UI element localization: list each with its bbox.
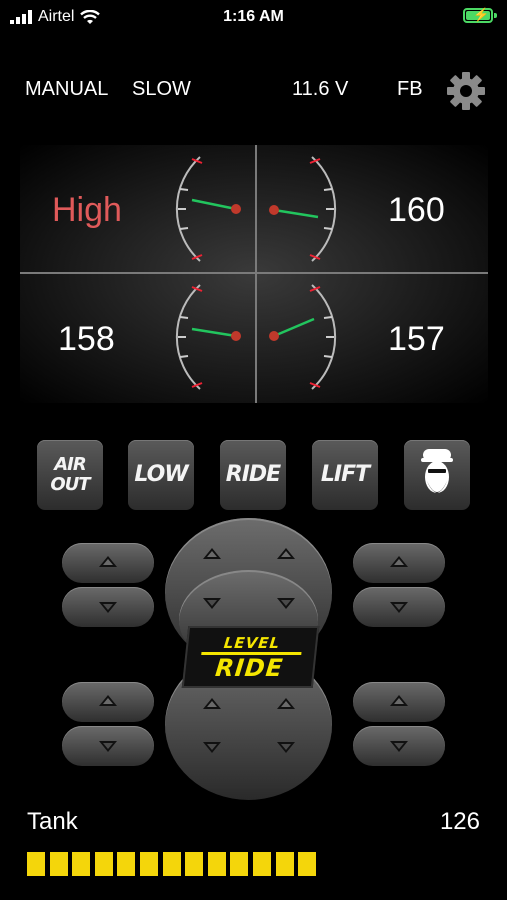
arrow-up-icon <box>277 548 295 559</box>
logo-line1: LEVEL <box>222 633 282 652</box>
lift-label: LIFT <box>320 462 370 487</box>
arrow-down-icon <box>203 742 221 753</box>
tank-level-segment <box>185 852 204 876</box>
gear-icon[interactable] <box>445 70 487 112</box>
low-button[interactable]: LOW <box>128 440 194 510</box>
front-right-reading: 160 <box>388 191 445 229</box>
arrow-up-icon <box>203 548 221 559</box>
front-left-up-button[interactable] <box>62 543 154 583</box>
arrow-up-icon <box>99 556 117 567</box>
speed-label: SLOW <box>132 78 191 100</box>
voltage-label: 11.6 V <box>292 78 349 100</box>
arrow-down-icon <box>390 602 408 613</box>
tank-label: Tank <box>27 808 78 835</box>
rear-right-up-button[interactable] <box>353 682 445 722</box>
rear-right-down-button[interactable] <box>353 726 445 766</box>
tank-level-segment <box>298 852 317 876</box>
center-axle-control: LEVEL RIDE <box>165 518 332 800</box>
rear-right-reading: 157 <box>388 320 445 358</box>
mode-label: MANUAL <box>25 78 109 100</box>
tank-level-segment <box>207 852 226 876</box>
rear-right-bag-control <box>353 682 445 768</box>
front-right-up-button[interactable] <box>353 543 445 583</box>
front-left-reading: High <box>52 191 122 229</box>
status-bar: Airtel 1:16 AM ⚡ <box>0 0 507 34</box>
tank-level-segment <box>117 852 136 876</box>
gauge-front-left <box>175 156 241 262</box>
front-right-down-button[interactable] <box>353 587 445 627</box>
tank-level-segment <box>94 852 113 876</box>
bearded-man-icon <box>421 449 453 493</box>
tank-level-segment <box>72 852 91 876</box>
lift-button[interactable]: LIFT <box>312 440 378 510</box>
front-left-down-button[interactable] <box>62 587 154 627</box>
arrow-up-icon <box>390 695 408 706</box>
tank-level-segment <box>162 852 181 876</box>
arrow-up-icon <box>390 556 408 567</box>
arrow-down-icon <box>277 742 295 753</box>
gauge-rear-right <box>269 284 337 390</box>
air-out-label-line2: OUT <box>50 474 90 495</box>
tank-level-segment <box>275 852 294 876</box>
pressure-gauges: High 160 158 157 <box>20 145 488 403</box>
info-row: MANUAL SLOW 11.6 V FB <box>0 70 507 110</box>
clock: 1:16 AM <box>223 8 284 25</box>
battery-icon: ⚡ <box>463 7 497 23</box>
gauge-divider-vertical <box>255 145 257 403</box>
low-label: LOW <box>134 462 188 487</box>
logo-line2: RIDE <box>214 653 285 682</box>
gauge-divider-horizontal <box>20 272 488 274</box>
arrow-up-icon <box>203 698 221 709</box>
level-ride-logo-button[interactable]: LEVEL RIDE <box>181 626 320 688</box>
arrow-down-icon <box>203 598 221 609</box>
mode-code-label: FB <box>397 78 423 100</box>
ride-button[interactable]: RIDE <box>220 440 286 510</box>
gauge-rear-left <box>175 284 241 390</box>
front-left-bag-control <box>62 543 154 629</box>
air-out-button[interactable]: AIR OUT <box>37 440 103 510</box>
air-out-label-line1: AIR <box>54 454 87 475</box>
preset-bar: AIR OUT LOW RIDE LIFT <box>0 440 507 512</box>
gauge-front-right <box>269 156 337 262</box>
arrow-down-icon <box>390 741 408 752</box>
rear-left-down-button[interactable] <box>62 726 154 766</box>
rear-left-reading: 158 <box>58 320 115 358</box>
tank-level-segment <box>27 852 45 876</box>
tank-level-segment <box>230 852 249 876</box>
tank-level-segment <box>253 852 271 876</box>
tank-pressure-value: 126 <box>439 808 480 835</box>
arrow-up-icon <box>277 698 295 709</box>
tank-level-segment <box>140 852 158 876</box>
arrow-down-icon <box>277 598 295 609</box>
arrow-down-icon <box>99 602 117 613</box>
tank-level-bar <box>27 852 487 876</box>
ride-label: RIDE <box>225 462 281 487</box>
rear-left-bag-control <box>62 682 154 768</box>
profile-button[interactable] <box>404 440 470 510</box>
front-right-bag-control <box>353 543 445 629</box>
arrow-down-icon <box>99 741 117 752</box>
tank-level-segment <box>49 852 68 876</box>
arrow-up-icon <box>99 695 117 706</box>
rear-left-up-button[interactable] <box>62 682 154 722</box>
